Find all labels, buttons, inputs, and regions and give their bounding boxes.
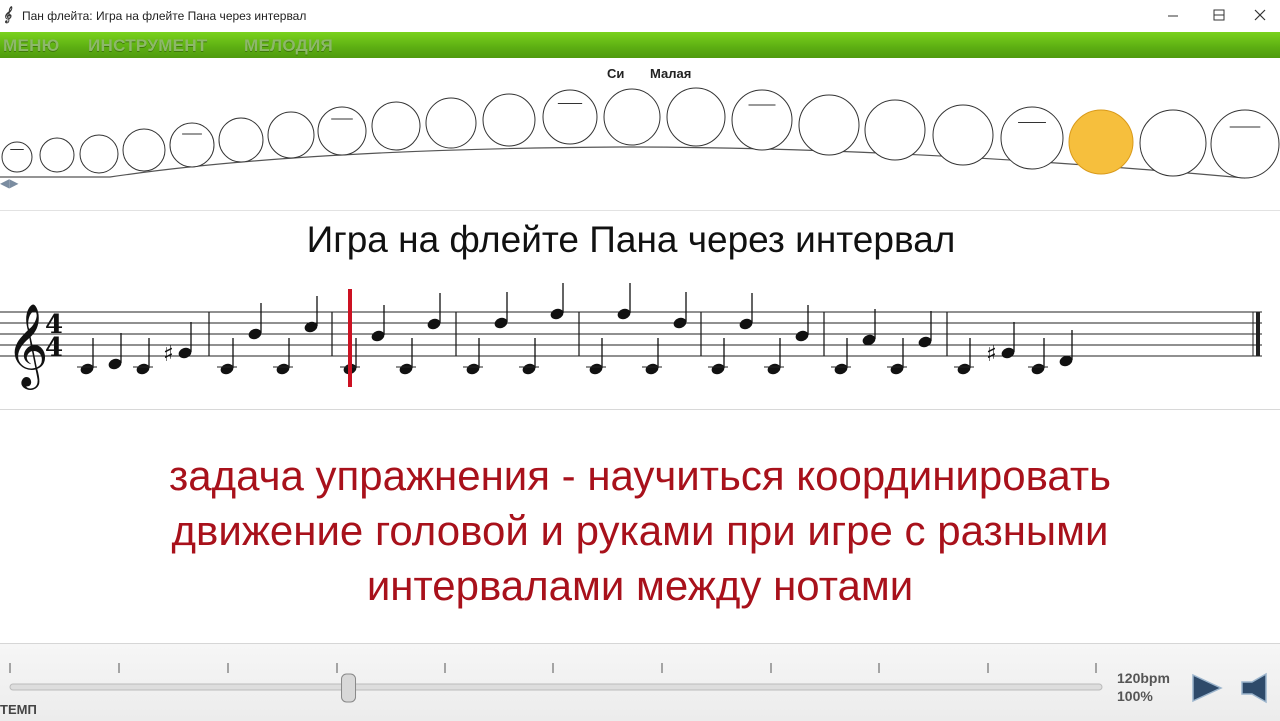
flute-tube xyxy=(798,94,860,156)
tempo-track xyxy=(9,683,1103,691)
flute-tube xyxy=(218,117,264,163)
flute-tube xyxy=(79,134,119,174)
maximize-button[interactable] xyxy=(1196,0,1242,30)
flute-tube xyxy=(542,89,598,145)
flute-tube xyxy=(603,88,661,146)
task-line: задача упражнения - научиться координиро… xyxy=(169,452,1111,499)
menu-item-instrument[interactable]: ИНСТРУМЕНТ xyxy=(88,36,208,56)
stop-icon xyxy=(1241,672,1267,704)
pan-flute-panel: Си Малая ◀▶ xyxy=(0,58,1280,208)
tempo-bpm: 120bpm xyxy=(1117,670,1170,686)
time-signature-bottom: 4 xyxy=(45,333,63,363)
flute-tube xyxy=(1210,109,1280,179)
flute-tube xyxy=(169,122,215,168)
flute-tube xyxy=(1139,109,1207,177)
flute-tube xyxy=(1000,106,1064,170)
stop-button[interactable] xyxy=(1240,672,1274,704)
sharp-sign: ♯ xyxy=(163,342,174,367)
window-title: Пан флейта: Игра на флейте Пана через ин… xyxy=(22,9,307,23)
play-icon xyxy=(1192,673,1223,703)
flute-tube xyxy=(731,89,793,151)
menu-bar: МЕНЮ ИНСТРУМЕНТ МЕЛОДИЯ xyxy=(0,32,1280,58)
flute-tube xyxy=(864,99,926,161)
tempo-slider[interactable] xyxy=(0,654,1110,714)
flute-tube xyxy=(39,137,75,173)
close-icon xyxy=(1254,9,1266,21)
flute-tube xyxy=(1068,109,1134,175)
treble-clef-icon: 𝄞 xyxy=(6,302,49,390)
flute-tube xyxy=(317,106,367,156)
pan-flute xyxy=(0,87,1280,179)
flute-tube xyxy=(1,141,33,173)
task-line: движение головой и руками при игре с раз… xyxy=(171,507,1109,554)
maximize-icon xyxy=(1213,9,1225,21)
scroll-arrows-icon[interactable]: ◀▶ xyxy=(0,176,18,190)
music-staff: 𝄞 4 4 ♯ ♯ xyxy=(0,283,1262,390)
final-bar-thick xyxy=(1256,312,1260,356)
octave-name: Малая xyxy=(650,66,692,81)
tempo-label: ТЕМП xyxy=(0,702,37,717)
tempo-panel: ТЕМП 120bpm 100% xyxy=(0,643,1280,721)
flute-tube xyxy=(666,87,726,147)
tempo-thumb xyxy=(341,673,357,703)
play-button[interactable] xyxy=(1190,672,1224,704)
flute-tube xyxy=(482,93,536,147)
minimize-button-wrap[interactable] xyxy=(1150,0,1196,30)
task-line: интервалами между нотами xyxy=(366,562,914,609)
sharp-sign: ♯ xyxy=(986,342,997,367)
task-description: задача упражнения - научиться координиро… xyxy=(80,448,1200,613)
minimize-icon xyxy=(1168,15,1178,17)
menu-item-menu[interactable]: МЕНЮ xyxy=(3,36,60,56)
flute-tube xyxy=(425,97,477,149)
playback-cursor xyxy=(348,289,352,387)
app-logo-icon: 𝄞 xyxy=(3,7,12,23)
close-button[interactable] xyxy=(1240,0,1280,30)
flute-tube xyxy=(932,104,994,166)
title-bar: 𝄞 Пан флейта: Игра на флейте Пана через … xyxy=(0,0,1280,32)
note-name: Си xyxy=(607,66,625,81)
flute-tube xyxy=(267,111,315,159)
menu-item-melody[interactable]: МЕЛОДИЯ xyxy=(244,36,333,56)
sheet-music: Игра на флейте Пана через интервал 𝄞 4 4… xyxy=(0,210,1280,410)
flute-tube xyxy=(371,101,421,151)
flute-tube xyxy=(122,128,166,172)
tempo-percent: 100% xyxy=(1117,688,1153,704)
